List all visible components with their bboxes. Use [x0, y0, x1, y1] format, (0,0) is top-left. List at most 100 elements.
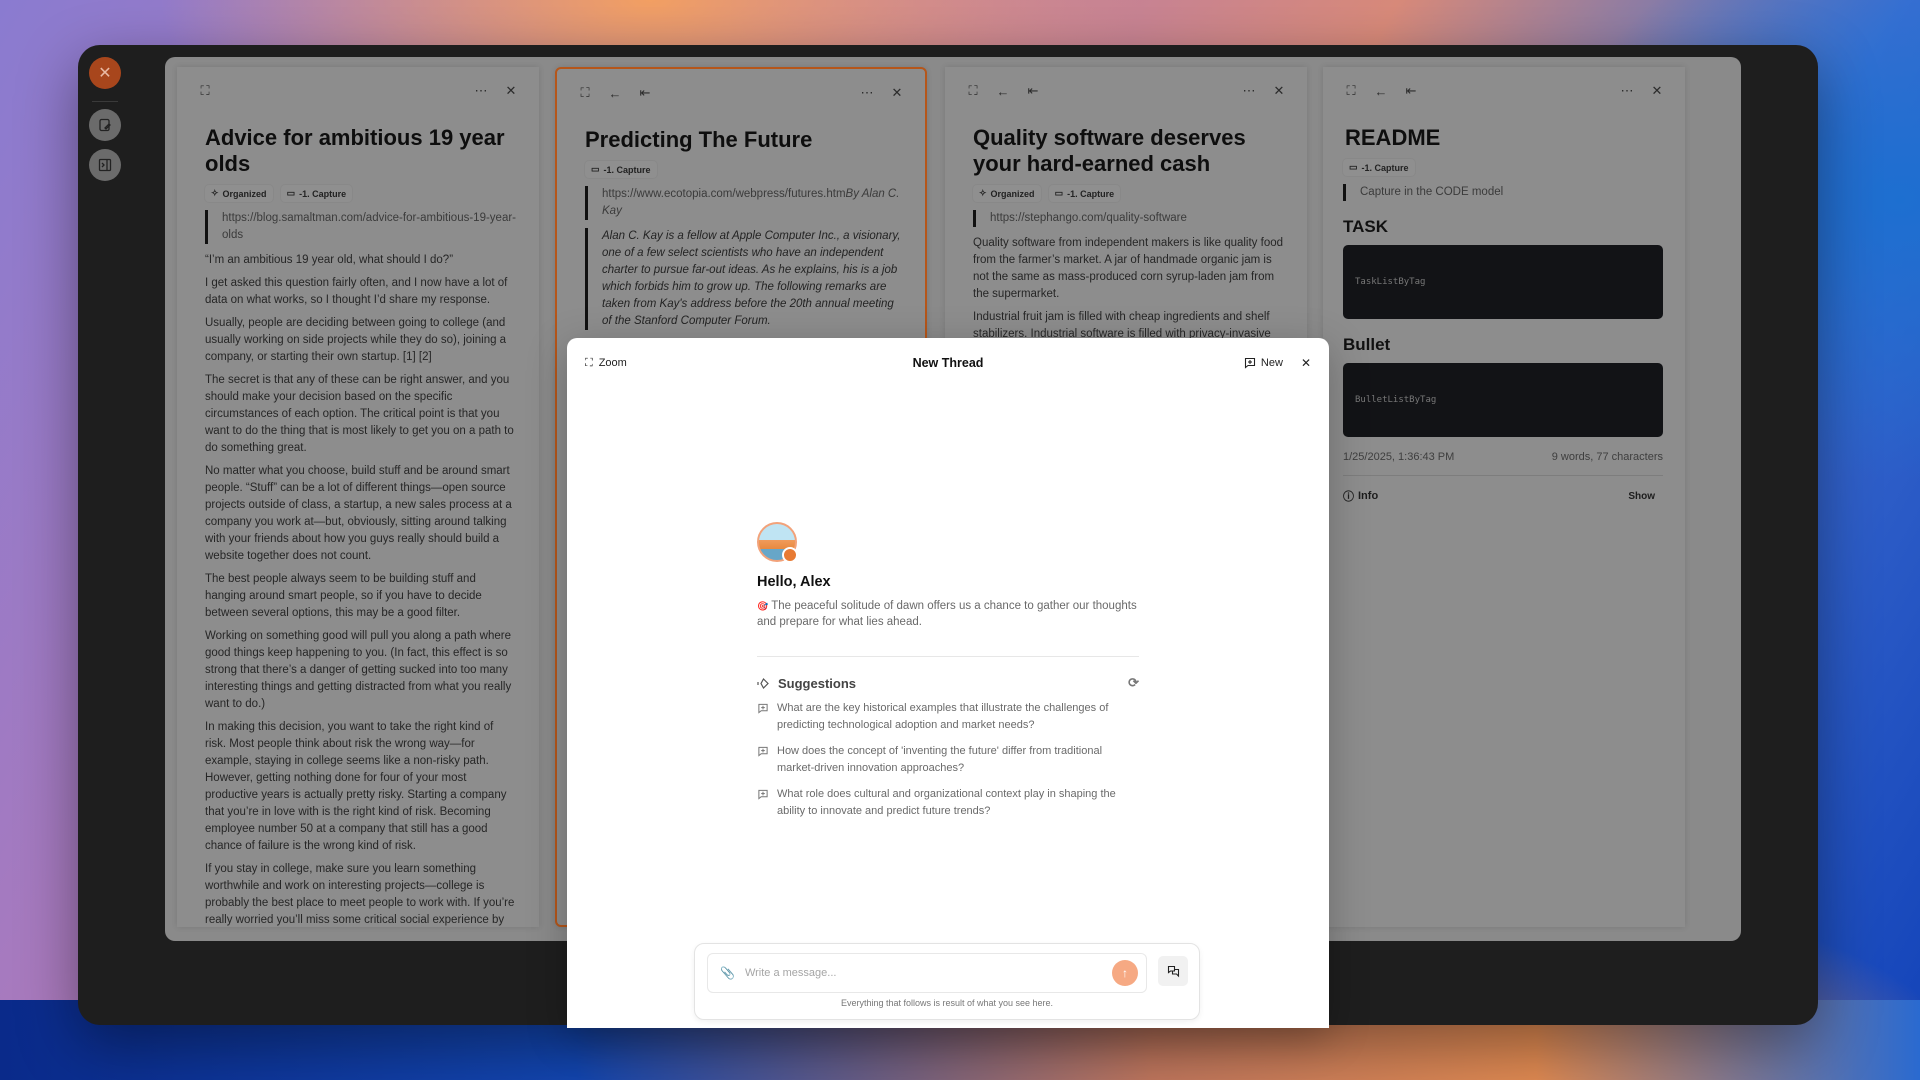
modal-title: New Thread: [912, 356, 984, 370]
intro-quote: Alan C. Kay is a fellow at Apple Compute…: [585, 228, 903, 330]
sparkle-icon: ✧: [979, 188, 987, 198]
source-quote: https://www.ecotopia.com/webpress/future…: [585, 186, 903, 220]
suggestion-item[interactable]: What are the key historical examples tha…: [757, 700, 1139, 734]
composer-hint: Everything that follows is result of wha…: [840, 998, 1054, 1008]
source-link[interactable]: https://stephango.com/quality-software: [973, 210, 1285, 227]
paragraph: No matter what you choose, build stuff a…: [205, 465, 512, 562]
rail-close-button[interactable]: ✕: [89, 57, 121, 89]
note-title: Quality software deserves your hard-earn…: [973, 125, 1246, 176]
message-composer: 📎 ↑ Everything that follows is result of…: [694, 943, 1200, 1020]
folder-icon: ▭: [286, 188, 296, 198]
arrow-up-icon: ↑: [1122, 966, 1128, 980]
folder-chip[interactable]: ▭ -1. Capture: [1048, 185, 1121, 202]
back-arrow-icon[interactable]: ←: [1371, 81, 1391, 101]
pane-toolbar: ⛶ ← ⇤ ⋯ ✕: [963, 81, 1289, 101]
suggestion-text: What role does cultural and organization…: [777, 788, 1116, 817]
tag-chip[interactable]: ✧ Organized: [973, 185, 1041, 202]
close-icon[interactable]: ✕: [1647, 81, 1667, 101]
collapse-left-icon[interactable]: ⇤: [635, 83, 655, 103]
zoom-button[interactable]: ⛶ Zoom: [585, 357, 627, 370]
send-button[interactable]: ↑: [1112, 960, 1138, 986]
folder-chip-label: -1. Capture: [603, 164, 651, 175]
new-thread-modal: ⛶ Zoom New Thread New ✕ Hello, Alex 🎯 Th…: [567, 338, 1329, 1028]
note-meta: 1/25/2025, 1:36:43 PM 9 words, 77 charac…: [1343, 451, 1663, 476]
word-count: 9 words, 77 characters: [1551, 451, 1663, 463]
more-icon[interactable]: ⋯: [1239, 81, 1259, 101]
info-icon: ⓘ: [1343, 491, 1354, 503]
expand-icon[interactable]: ⛶: [195, 81, 215, 101]
zoom-label: Zoom: [598, 357, 627, 369]
folder-icon: ▭: [1054, 188, 1064, 198]
target-emoji-icon: 🎯: [757, 601, 769, 611]
sparkle-icon: ✧: [211, 188, 219, 198]
greeting: Hello, Alex: [757, 574, 831, 590]
back-arrow-icon[interactable]: ←: [605, 83, 625, 103]
new-thread-button[interactable]: New: [1244, 357, 1283, 369]
toggle-sidebar-button[interactable]: [89, 149, 121, 181]
folder-chip[interactable]: ▭ -1. Capture: [280, 185, 353, 202]
expand-icon[interactable]: ⛶: [575, 83, 595, 103]
source-link[interactable]: https://www.ecotopia.com/webpress/future…: [602, 188, 846, 200]
back-arrow-icon[interactable]: ←: [993, 81, 1013, 101]
source-quote: Capture in the CODE model: [1343, 184, 1663, 201]
note-pane: ⛶ ⋯ ✕ Advice for ambitious 19 year olds …: [177, 67, 539, 927]
more-icon[interactable]: ⋯: [1617, 81, 1637, 101]
paragraph: The best people always seem to be buildi…: [205, 573, 482, 619]
note-pane: ⛶ ← ⇤ ⋯ ✕ README ▭ -1. Capture Capture in…: [1323, 67, 1685, 927]
folder-chip[interactable]: ▭ -1. Capture: [1343, 159, 1415, 176]
suggestion-item[interactable]: What role does cultural and organization…: [757, 786, 1139, 820]
note-title: README: [1345, 125, 1441, 150]
info-label: Info: [1358, 490, 1379, 502]
refresh-icon[interactable]: ⟳: [1128, 675, 1139, 691]
new-label: New: [1260, 357, 1283, 369]
welcome-section: Hello, Alex 🎯 The peaceful solitude of d…: [757, 522, 1139, 820]
code-block[interactable]: TaskListByTag: [1343, 245, 1663, 319]
paragraph: In making this decision, you want to tak…: [205, 721, 507, 852]
modal-header: ⛶ Zoom New Thread New ✕: [567, 338, 1329, 388]
paragraph: Usually, people are deciding between goi…: [205, 317, 507, 363]
close-icon[interactable]: ✕: [1269, 81, 1289, 101]
chat-plus-icon: [758, 789, 768, 800]
pane-content: README ▭ -1. Capture Capture in the CODE …: [1343, 125, 1663, 927]
suggestions-header: Suggestions ⟳: [757, 675, 1139, 691]
chat-plus-icon: [758, 746, 768, 757]
suggestion-item[interactable]: How does the concept of 'inventing the f…: [757, 743, 1139, 777]
threads-button[interactable]: [1158, 956, 1188, 986]
edit-document-icon: [99, 118, 111, 132]
message-input[interactable]: [744, 967, 1112, 979]
more-icon[interactable]: ⋯: [471, 81, 491, 101]
note-title: Advice for ambitious 19 year olds: [205, 125, 505, 176]
collapse-left-icon[interactable]: ⇤: [1023, 81, 1043, 101]
info-row: ⓘ Info Show: [1343, 488, 1663, 504]
suggestions-icon: [757, 677, 769, 689]
daily-quote: 🎯 The peaceful solitude of dawn offers u…: [757, 598, 1139, 630]
source-link[interactable]: https://blog.samaltman.com/advice-for-am…: [205, 210, 517, 244]
code-block[interactable]: BulletListByTag: [1343, 363, 1663, 437]
rail-divider: [92, 101, 118, 102]
suggestions-label: Suggestions: [778, 675, 857, 691]
suggestion-text: What are the key historical examples tha…: [777, 702, 1109, 731]
suggestion-text: How does the concept of 'inventing the f…: [777, 745, 1103, 774]
new-chat-icon: [1244, 357, 1255, 369]
divider: [757, 656, 1139, 657]
avatar: [757, 522, 798, 563]
close-icon[interactable]: ✕: [887, 83, 907, 103]
more-icon[interactable]: ⋯: [857, 83, 877, 103]
paragraph: Working on something good will pull you …: [205, 630, 512, 710]
new-note-button[interactable]: [89, 109, 121, 141]
folder-chip[interactable]: ▭ -1. Capture: [585, 161, 657, 178]
paragraph: Quality software from independent makers…: [973, 237, 1284, 300]
show-info-button[interactable]: Show: [1628, 491, 1655, 502]
chat-plus-icon: [758, 703, 768, 714]
paragraph: If you stay in college, make sure you le…: [205, 863, 515, 926]
expand-icon[interactable]: ⛶: [963, 81, 983, 101]
close-icon[interactable]: ✕: [1301, 356, 1311, 370]
attach-icon[interactable]: 📎: [720, 966, 735, 980]
close-icon[interactable]: ✕: [501, 81, 521, 101]
expand-icon[interactable]: ⛶: [1341, 81, 1361, 101]
tag-chip[interactable]: ✧ Organized: [205, 185, 273, 202]
collapse-left-icon[interactable]: ⇤: [1401, 81, 1421, 101]
chat-bubbles-icon: [1167, 965, 1179, 977]
folder-chip-label: -1. Capture: [1361, 162, 1409, 173]
paragraph: “I’m an ambitious 19 year old, what shou…: [205, 254, 454, 266]
